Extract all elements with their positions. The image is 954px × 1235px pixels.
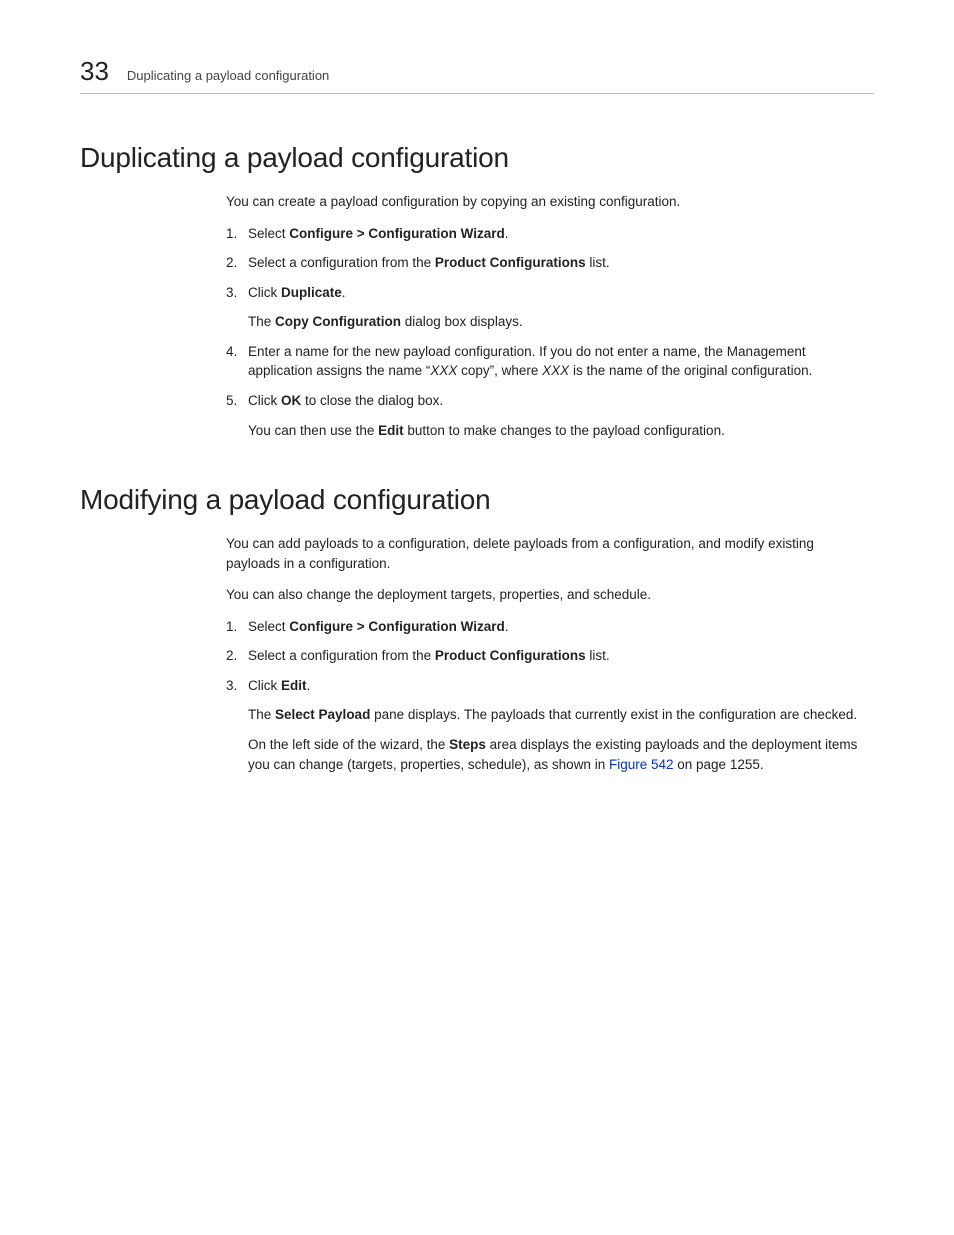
list-item: 4. Enter a name for the new payload conf… [226, 342, 862, 381]
step-number: 4. [226, 342, 248, 381]
section1-intro: You can create a payload configuration b… [226, 192, 862, 212]
menu-path: Configure > Configuration Wizard [289, 226, 505, 241]
page-header: 33 Duplicating a payload configuration [80, 56, 874, 94]
step-text: list. [586, 255, 610, 270]
list-item: 3. Click Duplicate. The Copy Configurati… [226, 283, 862, 332]
step-number: 1. [226, 617, 248, 637]
step-text: . [307, 678, 311, 693]
step-number: 3. [226, 676, 248, 774]
step-text: Select [248, 619, 289, 634]
step-subtext: The Copy Configuration dialog box displa… [248, 312, 862, 332]
ui-label: Edit [378, 423, 404, 438]
ui-label: OK [281, 393, 301, 408]
step-text: Select a configuration from the [248, 255, 435, 270]
step-number: 2. [226, 253, 248, 273]
section-heading-duplicating: Duplicating a payload configuration [80, 142, 874, 174]
section2-intro2: You can also change the deployment targe… [226, 585, 862, 605]
menu-path: Configure > Configuration Wizard [289, 619, 505, 634]
step-subtext: On the left side of the wizard, the Step… [248, 735, 862, 774]
step-subtext: The Select Payload pane displays. The pa… [248, 705, 862, 725]
ui-label: Select Payload [275, 707, 370, 722]
section-heading-modifying: Modifying a payload configuration [80, 484, 874, 516]
step-number: 5. [226, 391, 248, 440]
section2-steps: 1. Select Configure > Configuration Wiza… [226, 617, 862, 774]
step-text: Click [248, 285, 281, 300]
ui-label: Steps [449, 737, 486, 752]
ui-label: Product Configurations [435, 648, 586, 663]
section2-intro1: You can add payloads to a configuration,… [226, 534, 862, 573]
ui-label: Product Configurations [435, 255, 586, 270]
list-item: 5. Click OK to close the dialog box. You… [226, 391, 862, 440]
list-item: 1. Select Configure > Configuration Wiza… [226, 224, 862, 244]
ui-label: Duplicate [281, 285, 342, 300]
step-text: to close the dialog box. [301, 393, 443, 408]
list-item: 2. Select a configuration from the Produ… [226, 253, 862, 273]
step-number: 3. [226, 283, 248, 332]
step-number: 1. [226, 224, 248, 244]
section1-steps: 1. Select Configure > Configuration Wiza… [226, 224, 862, 441]
step-number: 2. [226, 646, 248, 666]
list-item: 1. Select Configure > Configuration Wiza… [226, 617, 862, 637]
list-item: 3. Click Edit. The Select Payload pane d… [226, 676, 862, 774]
step-text: . [505, 619, 509, 634]
ui-label: Edit [281, 678, 307, 693]
step-text: Click [248, 393, 281, 408]
step-text: Click [248, 678, 281, 693]
step-text: Enter a name for the new payload configu… [248, 342, 862, 381]
figure-reference-link[interactable]: Figure 542 [609, 757, 674, 772]
ui-label: Copy Configuration [275, 314, 401, 329]
step-text: . [342, 285, 346, 300]
list-item: 2. Select a configuration from the Produ… [226, 646, 862, 666]
chapter-number: 33 [80, 56, 109, 87]
step-text: . [505, 226, 509, 241]
step-text: list. [586, 648, 610, 663]
step-text: Select [248, 226, 289, 241]
step-text: Select a configuration from the [248, 648, 435, 663]
step-subtext: You can then use the Edit button to make… [248, 421, 862, 441]
running-title: Duplicating a payload configuration [127, 68, 329, 83]
